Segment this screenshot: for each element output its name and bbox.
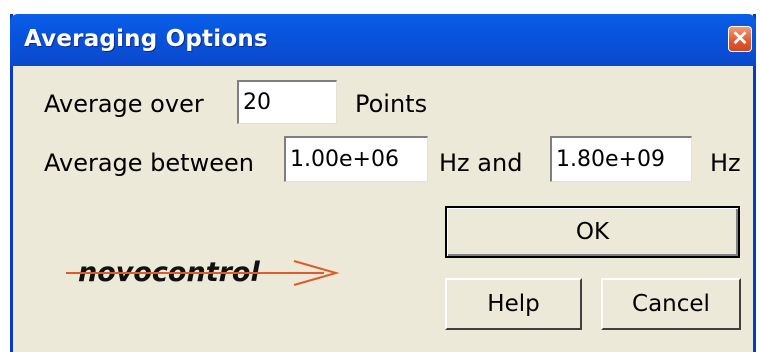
hz-and-label: Hz and <box>439 149 523 177</box>
points-label: Points <box>355 90 428 118</box>
points-input[interactable] <box>237 80 337 124</box>
window-title: Averaging Options <box>24 26 268 52</box>
novocontrol-logo: novocontrol <box>66 257 340 288</box>
close-button[interactable]: ✕ <box>728 26 752 52</box>
frequency-low-input[interactable] <box>284 136 428 182</box>
average-over-label: Average over <box>44 90 204 118</box>
cancel-button[interactable]: Cancel <box>601 278 741 330</box>
close-icon: ✕ <box>731 28 749 50</box>
average-between-label: Average between <box>44 149 254 177</box>
help-button[interactable]: Help <box>445 278 582 330</box>
hz-label: Hz <box>710 149 741 177</box>
frequency-high-input[interactable] <box>550 136 692 182</box>
ok-button[interactable]: OK <box>445 206 740 258</box>
title-bar[interactable]: Averaging Options ✕ <box>10 14 756 66</box>
